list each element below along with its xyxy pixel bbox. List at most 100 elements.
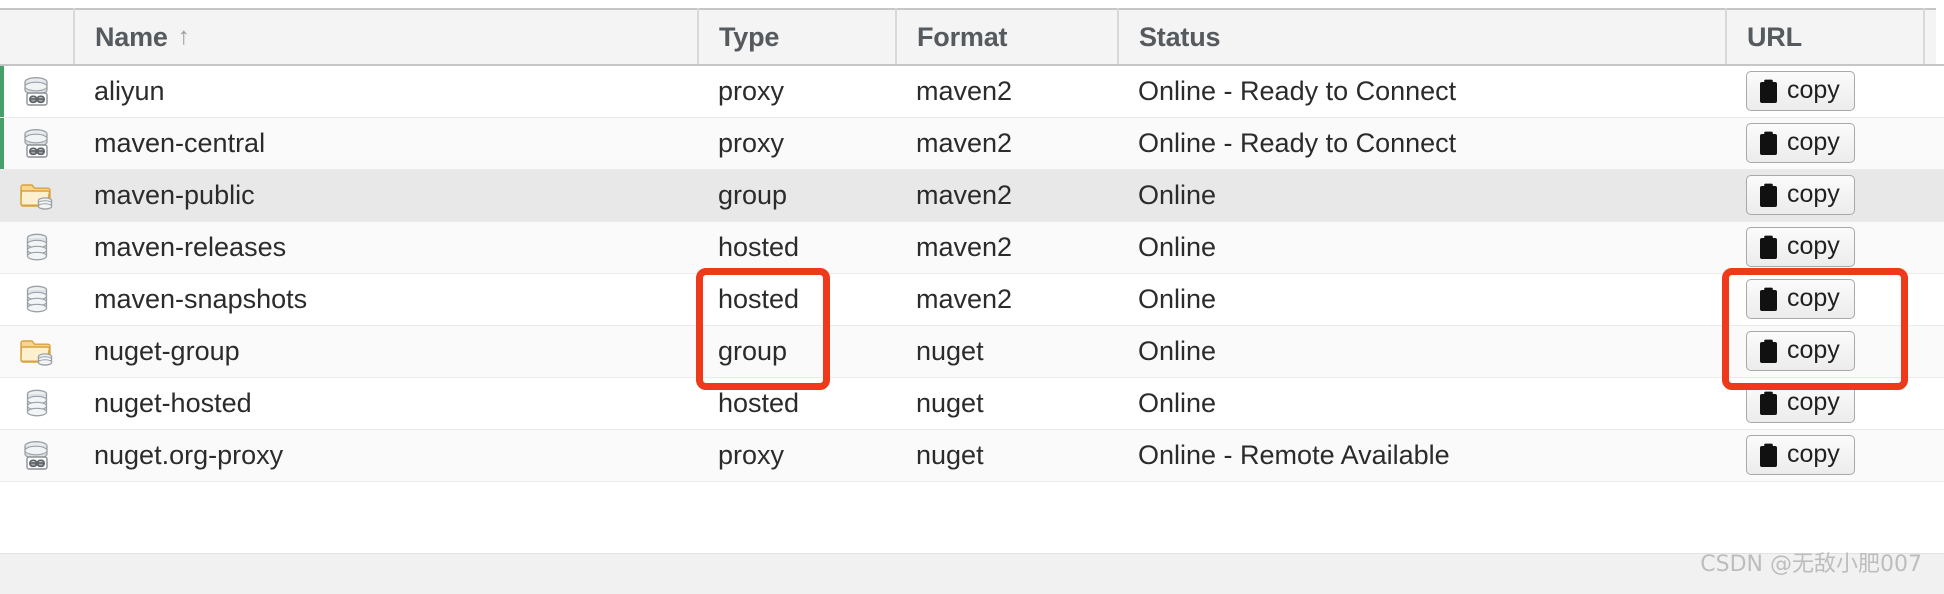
column-header-format[interactable]: Format [896, 8, 1119, 66]
copy-button-label: copy [1787, 179, 1840, 208]
row-icon-cell [0, 429, 74, 482]
row-type: group [698, 169, 896, 222]
row-format: nuget [896, 429, 1118, 482]
row-type: hosted [698, 377, 896, 430]
copy-url-button[interactable]: copy [1746, 383, 1855, 423]
row-icon-cell [0, 169, 74, 222]
row-spacer [1924, 117, 1944, 170]
row-name[interactable]: nuget-hosted [74, 377, 698, 430]
copy-url-button[interactable]: copy [1746, 123, 1855, 163]
clipboard-icon [1758, 79, 1779, 104]
copy-button-label: copy [1787, 127, 1840, 156]
table-row[interactable]: nuget-group group nuget Online copy [0, 325, 1944, 378]
row-url-cell: copy [1726, 117, 1924, 170]
row-icon-cell [0, 221, 74, 274]
row-name[interactable]: maven-snapshots [74, 273, 698, 326]
row-name[interactable]: nuget-group [74, 325, 698, 378]
table-row[interactable]: maven-public group maven2 Online copy [0, 169, 1944, 222]
row-spacer [1924, 429, 1944, 482]
table-row[interactable]: maven-releases hosted maven2 Online copy [0, 221, 1944, 274]
row-icon-cell [0, 273, 74, 326]
row-status: Online [1118, 377, 1726, 430]
table-row[interactable]: maven-central proxy maven2 Online - Read… [0, 117, 1944, 170]
row-url-cell: copy [1726, 273, 1924, 326]
row-status: Online - Ready to Connect [1118, 117, 1726, 170]
row-format: maven2 [896, 169, 1118, 222]
row-spacer [1924, 221, 1944, 274]
table-header: Name ↑ Type Format Status URL [0, 8, 1944, 66]
copy-button-label: copy [1787, 75, 1840, 104]
copy-button-label: copy [1787, 335, 1840, 364]
table-row[interactable]: aliyun proxy maven2 Online - Ready to Co… [0, 65, 1944, 118]
table-row[interactable]: nuget-hosted hosted nuget Online copy [0, 377, 1944, 430]
row-type: proxy [698, 429, 896, 482]
row-name[interactable]: maven-central [74, 117, 698, 170]
column-header-icon [0, 8, 75, 66]
row-url-cell: copy [1726, 377, 1924, 430]
clipboard-icon [1758, 391, 1779, 416]
row-type: hosted [698, 221, 896, 274]
copy-button-label: copy [1787, 387, 1840, 416]
row-type: proxy [698, 117, 896, 170]
row-icon-cell [0, 65, 74, 118]
row-format: maven2 [896, 273, 1118, 326]
copy-url-button[interactable]: copy [1746, 227, 1855, 267]
row-format: nuget [896, 325, 1118, 378]
row-icon-cell [0, 325, 74, 378]
row-name[interactable]: nuget.org-proxy [74, 429, 698, 482]
row-type: group [698, 325, 896, 378]
copy-url-button[interactable]: copy [1746, 175, 1855, 215]
copy-url-button[interactable]: copy [1746, 331, 1855, 371]
table-header-row: Name ↑ Type Format Status URL [0, 8, 1944, 66]
row-format: maven2 [896, 221, 1118, 274]
table-footer-area [0, 553, 1944, 594]
copy-url-button[interactable]: copy [1746, 435, 1855, 475]
copy-button-label: copy [1787, 283, 1840, 312]
clipboard-icon [1758, 183, 1779, 208]
row-format: nuget [896, 377, 1118, 430]
row-url-cell: copy [1726, 65, 1924, 118]
group-repository-icon [19, 333, 55, 369]
row-spacer [1924, 273, 1944, 326]
sort-ascending-icon: ↑ [177, 22, 190, 50]
row-type: proxy [698, 65, 896, 118]
repository-table: Name ↑ Type Format Status URL aliyun pro… [0, 8, 1944, 482]
row-format: maven2 [896, 65, 1118, 118]
row-status: Online [1118, 221, 1726, 274]
column-header-status[interactable]: Status [1118, 8, 1727, 66]
watermark-text: CSDN @无敌小肥007 [1700, 552, 1922, 577]
row-url-cell: copy [1726, 429, 1924, 482]
row-status: Online [1118, 169, 1726, 222]
proxy-repository-icon [19, 437, 55, 473]
copy-url-button[interactable]: copy [1746, 279, 1855, 319]
row-icon-cell [0, 377, 74, 430]
row-spacer [1924, 65, 1944, 118]
clipboard-icon [1758, 235, 1779, 260]
column-header-name[interactable]: Name ↑ [74, 8, 699, 66]
row-type: hosted [698, 273, 896, 326]
clipboard-icon [1758, 443, 1779, 468]
row-name[interactable]: maven-releases [74, 221, 698, 274]
row-name[interactable]: aliyun [74, 65, 698, 118]
header-right-edge [1936, 8, 1944, 64]
copy-url-button[interactable]: copy [1746, 71, 1855, 112]
copy-button-label: copy [1787, 439, 1840, 468]
table-row[interactable]: maven-snapshots hosted maven2 Online cop… [0, 273, 1944, 326]
proxy-repository-icon [19, 73, 55, 109]
row-spacer [1924, 325, 1944, 378]
row-url-cell: copy [1726, 325, 1924, 378]
group-repository-icon [19, 177, 55, 213]
table-row[interactable]: nuget.org-proxy proxy nuget Online - Rem… [0, 429, 1944, 482]
row-status: Online - Remote Available [1118, 429, 1726, 482]
row-name[interactable]: maven-public [74, 169, 698, 222]
row-status: Online [1118, 325, 1726, 378]
row-url-cell: copy [1726, 221, 1924, 274]
row-spacer [1924, 377, 1944, 430]
column-header-type[interactable]: Type [698, 8, 897, 66]
row-status: Online - Ready to Connect [1118, 65, 1726, 118]
row-icon-cell [0, 117, 74, 170]
column-header-url[interactable]: URL [1726, 8, 1925, 66]
row-spacer [1924, 169, 1944, 222]
clipboard-icon [1758, 287, 1779, 312]
top-edge-spacer [0, 0, 1944, 8]
